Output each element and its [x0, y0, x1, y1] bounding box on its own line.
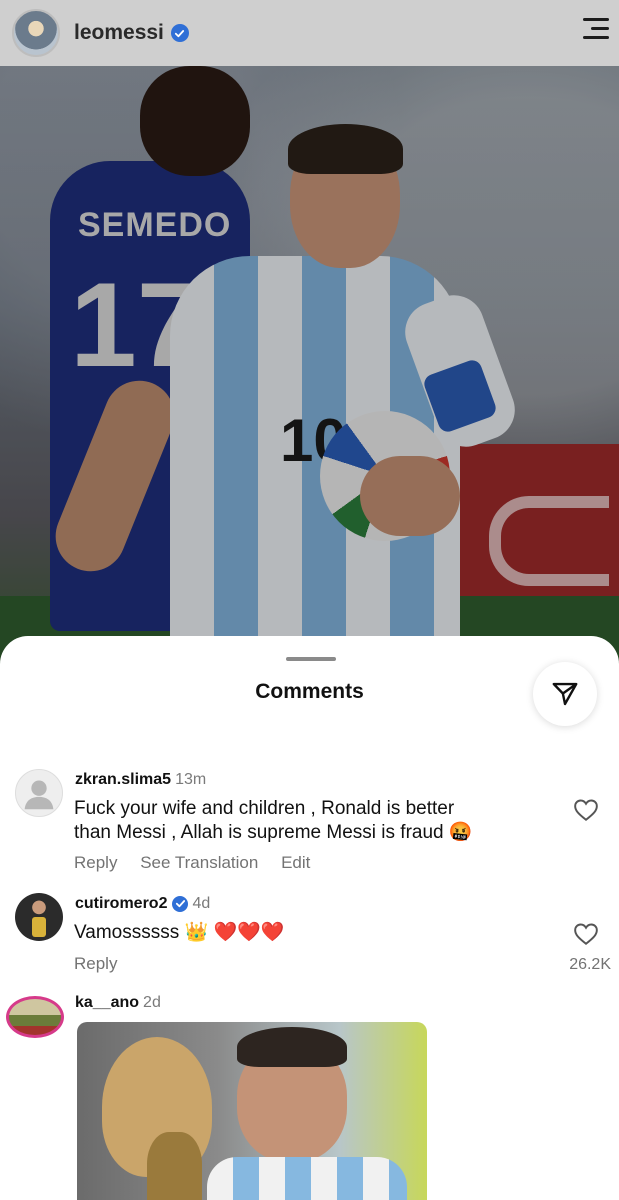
comment-username[interactable]: cutiromero2: [75, 895, 167, 912]
verified-badge-icon: [170, 24, 189, 42]
commenter-avatar[interactable]: [6, 996, 64, 1038]
comment-image-player-jersey: [207, 1157, 407, 1200]
comment-image-player-hair: [237, 1027, 347, 1067]
sheet-drag-handle[interactable]: [286, 657, 336, 661]
hamburger-menu-icon[interactable]: [581, 18, 609, 39]
share-icon: [552, 682, 578, 706]
sheet-backdrop-dim: [0, 66, 619, 666]
profile-avatar[interactable]: [12, 9, 60, 57]
comment-text-line: Fuck your wife and children , Ronald is …: [74, 798, 455, 819]
see-translation-button[interactable]: See Translation: [140, 853, 258, 872]
profile-username[interactable]: leomessi: [74, 21, 164, 45]
comment-text-line: than Messi , Allah is supreme Messi is f…: [74, 822, 473, 843]
comment-text: Vamossssss 👑 ❤️❤️❤️: [74, 922, 285, 943]
comment-image[interactable]: [77, 1022, 427, 1200]
reply-button[interactable]: Reply: [74, 954, 117, 973]
comment-time: 13m: [175, 771, 207, 788]
comment-text: Fuck your wife and children , Ronald is …: [74, 797, 473, 845]
avatar-trophy: [32, 917, 46, 937]
heart-icon[interactable]: [573, 922, 599, 946]
share-button[interactable]: [533, 662, 597, 726]
heart-icon[interactable]: [573, 798, 599, 822]
like-count: 26.2K: [569, 956, 611, 973]
default-avatar-icon[interactable]: [15, 769, 63, 817]
comments-title: Comments: [255, 680, 364, 703]
comment-username[interactable]: ka__ano: [75, 994, 139, 1011]
commenter-avatar[interactable]: [15, 893, 63, 941]
reply-button[interactable]: Reply: [74, 853, 117, 872]
comment-header: ka__ano 2d: [75, 994, 161, 1012]
edit-button[interactable]: Edit: [281, 853, 310, 872]
post-header: leomessi: [0, 0, 619, 66]
comment-username[interactable]: zkran.slima5: [75, 771, 171, 788]
comment-time: 4d: [192, 895, 211, 912]
post-photo[interactable]: SEMEDO 17 10: [0, 66, 619, 666]
comment-header: cutiromero2 4d: [75, 895, 210, 913]
comment-actions: Reply: [74, 954, 135, 974]
comment-time: 2d: [143, 994, 161, 1011]
comment-image-trophy: [147, 1132, 202, 1200]
comments-sheet: Comments zkran.slima5 13m Fuck your wife …: [0, 636, 619, 1200]
comment-header: zkran.slima5 13m: [75, 771, 206, 789]
verified-badge-icon: [172, 895, 189, 912]
comment-actions: Reply See Translation Edit: [74, 853, 328, 873]
